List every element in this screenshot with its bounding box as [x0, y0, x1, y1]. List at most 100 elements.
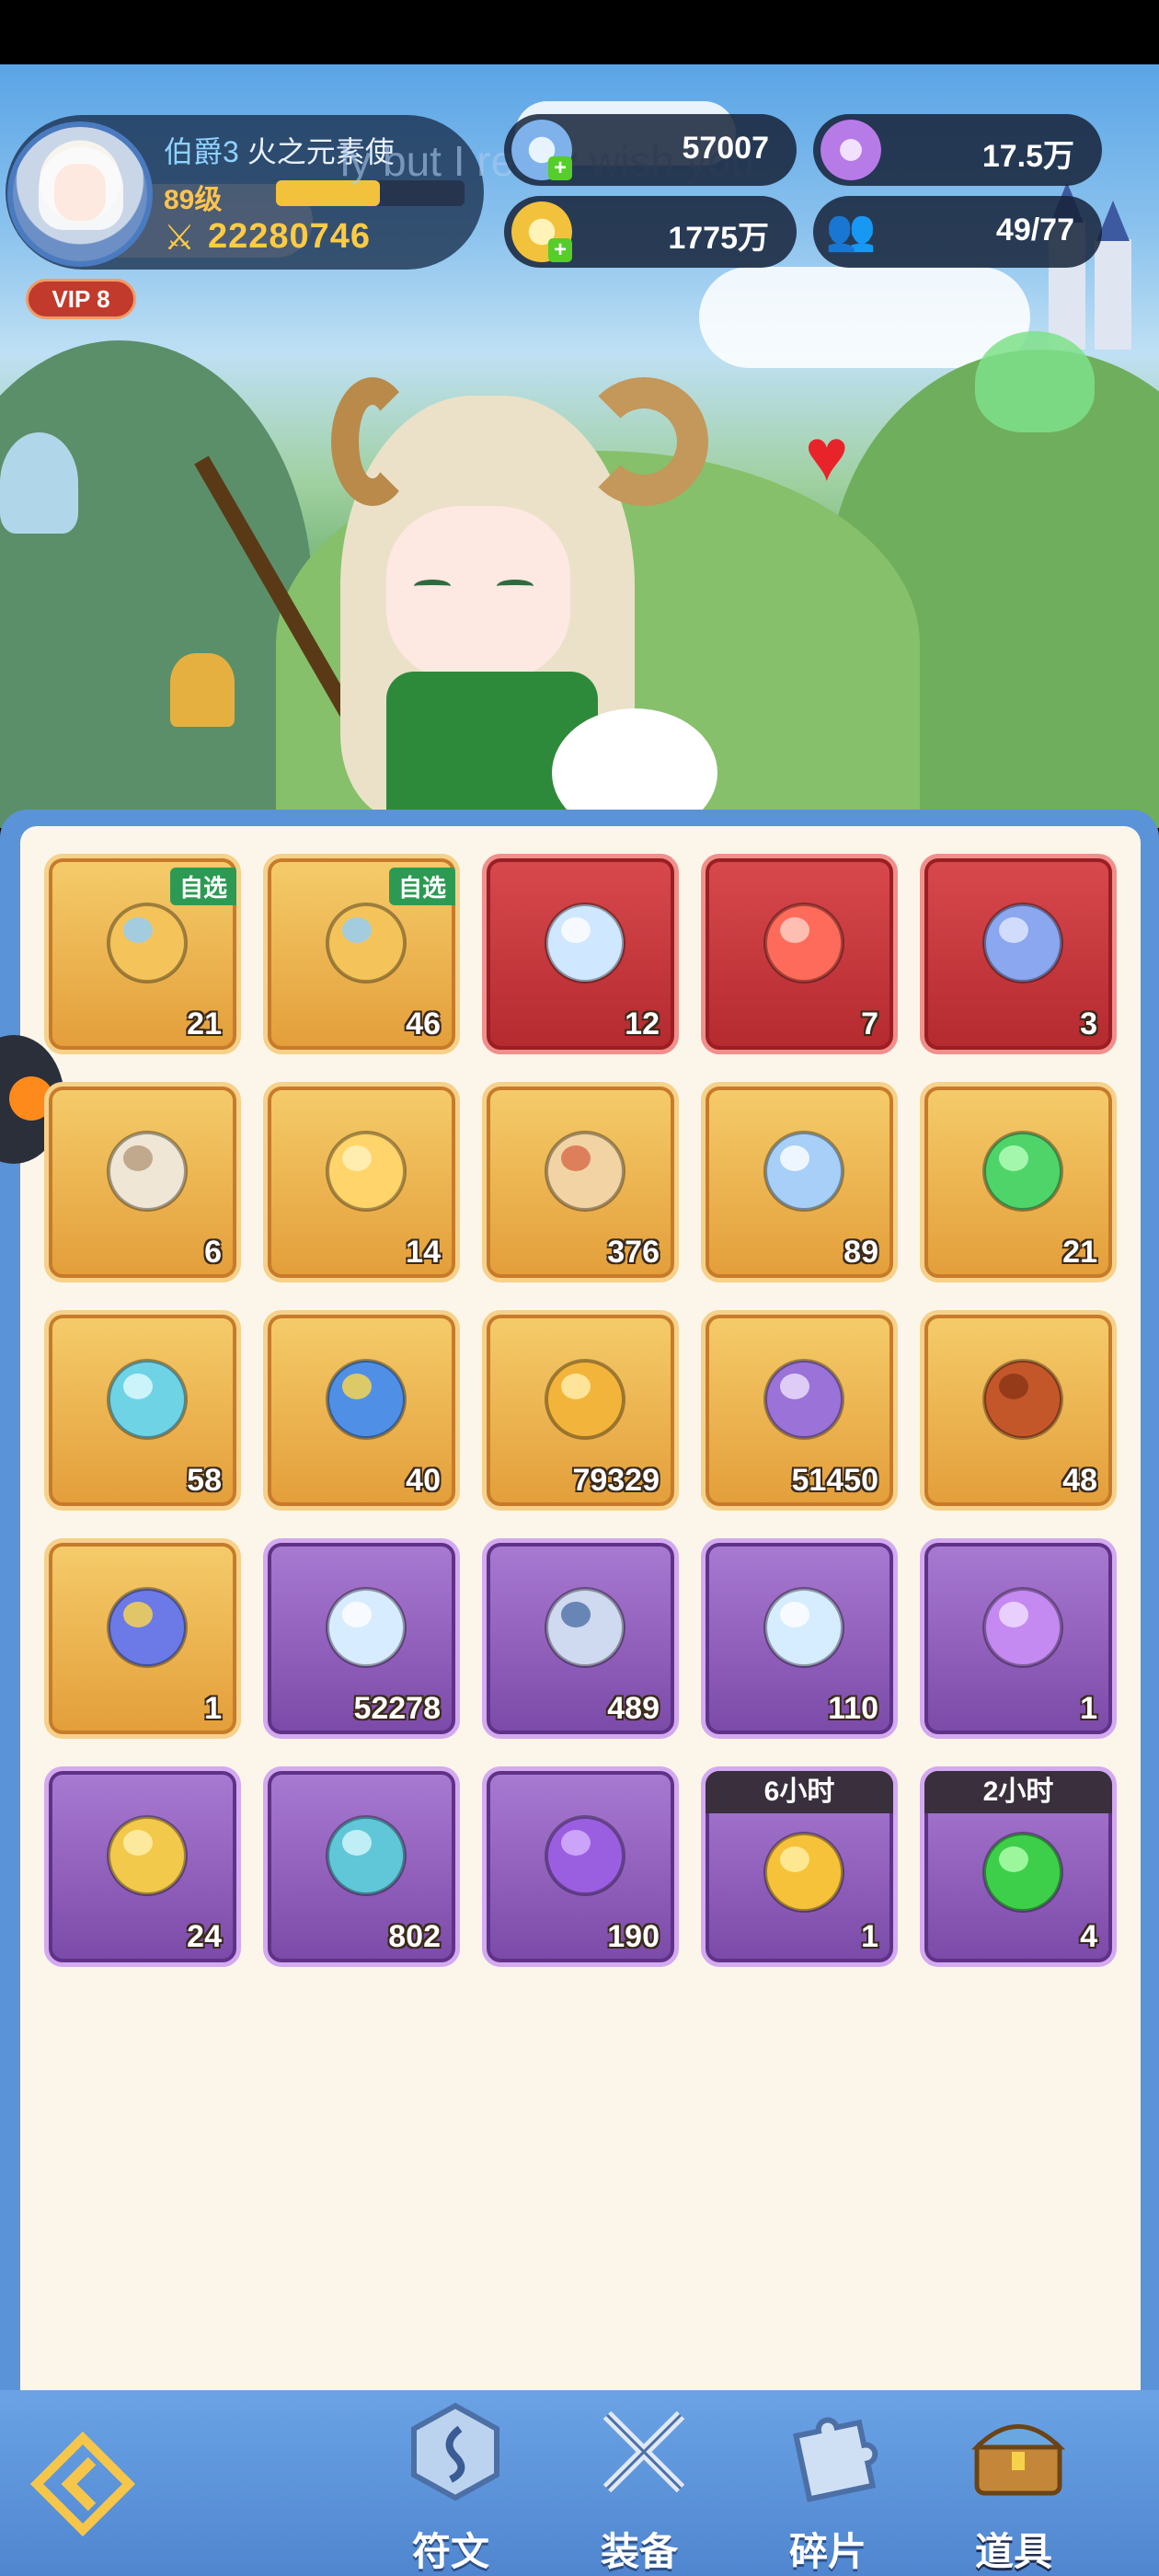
duration-label: 2小时 [924, 1771, 1112, 1813]
inventory-item[interactable]: 自选 46 [263, 854, 460, 1054]
resource-gold[interactable]: + 1775万 [504, 196, 797, 268]
inventory-item[interactable]: 自选 21 [44, 854, 241, 1054]
people-icon: 👥 [825, 208, 877, 253]
purple-egg-icon [534, 1802, 636, 1903]
item-count: 40 [406, 1463, 441, 1498]
inventory-item[interactable]: 1 [920, 1538, 1117, 1739]
tab-rune-label: 符文 [411, 2530, 489, 2573]
ghost-pet-icon [0, 432, 78, 534]
heart-card-icon [97, 1346, 198, 1447]
vip-badge[interactable]: VIP 8 [26, 279, 136, 319]
tab-fragments-label: 碎片 [788, 2530, 866, 2573]
item-count: 1 [1080, 1691, 1097, 1726]
item-count: 14 [406, 1235, 441, 1270]
coral-icon [97, 1118, 198, 1219]
gold-value: 1775万 [668, 221, 769, 256]
inventory-item[interactable]: 89 [701, 1082, 898, 1282]
resource-purple-coin[interactable]: 17.5万 [813, 114, 1102, 186]
back-arrow-icon[interactable] [28, 2429, 138, 2539]
crossed-swords-icon [602, 2410, 685, 2493]
item-count: 52278 [353, 1691, 441, 1726]
item-count: 79329 [572, 1463, 660, 1498]
purple-coin-value: 17.5万 [981, 139, 1074, 174]
item-count: 12 [625, 1006, 660, 1041]
inventory-item[interactable]: 40 [263, 1310, 460, 1511]
rune-icon [411, 2402, 499, 2501]
inventory-item[interactable]: 12 [482, 854, 679, 1054]
inventory-item[interactable]: 802 [263, 1766, 460, 1967]
inventory-item[interactable]: 48 [920, 1310, 1117, 1511]
inventory-item[interactable]: 2小时 4 [920, 1766, 1117, 1967]
item-count: 7 [861, 1006, 878, 1041]
ice-crystal-icon [753, 1574, 855, 1675]
item-count: 46 [406, 1006, 441, 1041]
inventory-item[interactable]: 14 [263, 1082, 460, 1282]
add-diamond-icon[interactable]: + [548, 156, 572, 180]
item-count: 802 [388, 1919, 441, 1954]
gold-rune-crystal-icon [316, 1118, 417, 1219]
swap-potion-icon [97, 1574, 198, 1675]
item-count: 6 [204, 1235, 222, 1270]
resource-diamond[interactable]: + 57007 [504, 114, 797, 186]
inventory-item[interactable]: 1 [44, 1538, 241, 1739]
tab-items[interactable]: 道具 [931, 2392, 1096, 2576]
item-count: 51450 [791, 1463, 878, 1498]
hourglass-icon [534, 1574, 636, 1675]
choice-tag: 自选 [169, 868, 236, 905]
tab-equipment[interactable]: 装备 [557, 2392, 722, 2576]
tab-items-label: 道具 [974, 2530, 1052, 2573]
item-count: 21 [187, 1006, 222, 1041]
choice-tag: 自选 [388, 868, 455, 905]
tab-equipment-label: 装备 [600, 2530, 678, 2573]
purple-rune-crystal-icon [972, 1574, 1073, 1675]
resource-members[interactable]: 👥 49/77 [813, 196, 1102, 268]
player-level: 89级 [164, 185, 223, 215]
crossed-swords-power-icon: ⚔ [164, 219, 196, 258]
inventory-item[interactable]: 58 [44, 1310, 241, 1511]
inventory-item[interactable]: 21 [920, 1082, 1117, 1282]
inventory-item[interactable]: 7 [701, 854, 898, 1054]
item-count: 376 [607, 1235, 660, 1270]
tab-rune[interactable]: 符文 [368, 2392, 534, 2576]
player-avatar[interactable] [7, 121, 153, 267]
inventory-item[interactable]: 110 [701, 1538, 898, 1739]
item-count: 21 [1062, 1235, 1097, 1270]
diamond-shard-icon [316, 1574, 417, 1675]
inventory-item[interactable]: 489 [482, 1538, 679, 1739]
item-count: 190 [607, 1919, 660, 1954]
gold-medal-icon [534, 1346, 636, 1447]
item-count: 48 [1062, 1463, 1097, 1498]
item-count: 24 [187, 1919, 222, 1954]
item-count: 4 [1080, 1919, 1097, 1954]
duration-label: 6小时 [706, 1771, 893, 1813]
inventory-item[interactable]: 3 [920, 854, 1117, 1054]
puzzle-piece-icon [793, 2417, 878, 2502]
inventory-item[interactable]: 51450 [701, 1310, 898, 1511]
add-gold-icon[interactable]: + [548, 238, 572, 262]
inventory-item[interactable]: 24 [44, 1766, 241, 1967]
combat-power-value: 22280746 [208, 217, 372, 256]
green-potion-icon [972, 1819, 1073, 1920]
diamond-value: 57007 [682, 131, 769, 166]
inventory-item[interactable]: 52278 [263, 1538, 460, 1739]
inventory-item[interactable]: 190 [482, 1766, 679, 1967]
lightning-potion-icon [316, 1346, 417, 1447]
heart-icon: ♥ [805, 414, 849, 496]
gold-ticket-icon [534, 1118, 636, 1219]
inventory-item[interactable]: 79329 [482, 1310, 679, 1511]
player-rank: 伯爵3 [164, 135, 239, 168]
members-value: 49/77 [995, 213, 1074, 247]
tab-fragments[interactable]: 碎片 [745, 2392, 911, 2576]
inventory-item[interactable]: 6小时 1 [701, 1766, 898, 1967]
gold-coins-stack-icon [753, 1819, 855, 1920]
status-bar [0, 0, 1159, 64]
item-count: 489 [607, 1691, 660, 1726]
purple-medal-icon [753, 1346, 855, 1447]
red-rune-crystal-icon [753, 890, 855, 991]
item-count: 58 [187, 1463, 222, 1498]
inventory-item[interactable]: 6 [44, 1082, 241, 1282]
inventory-item[interactable]: 376 [482, 1082, 679, 1282]
blue-star-crystal-icon [753, 1118, 855, 1219]
hero-character-sprite [120, 359, 782, 837]
crystal-flower-icon [534, 890, 636, 991]
